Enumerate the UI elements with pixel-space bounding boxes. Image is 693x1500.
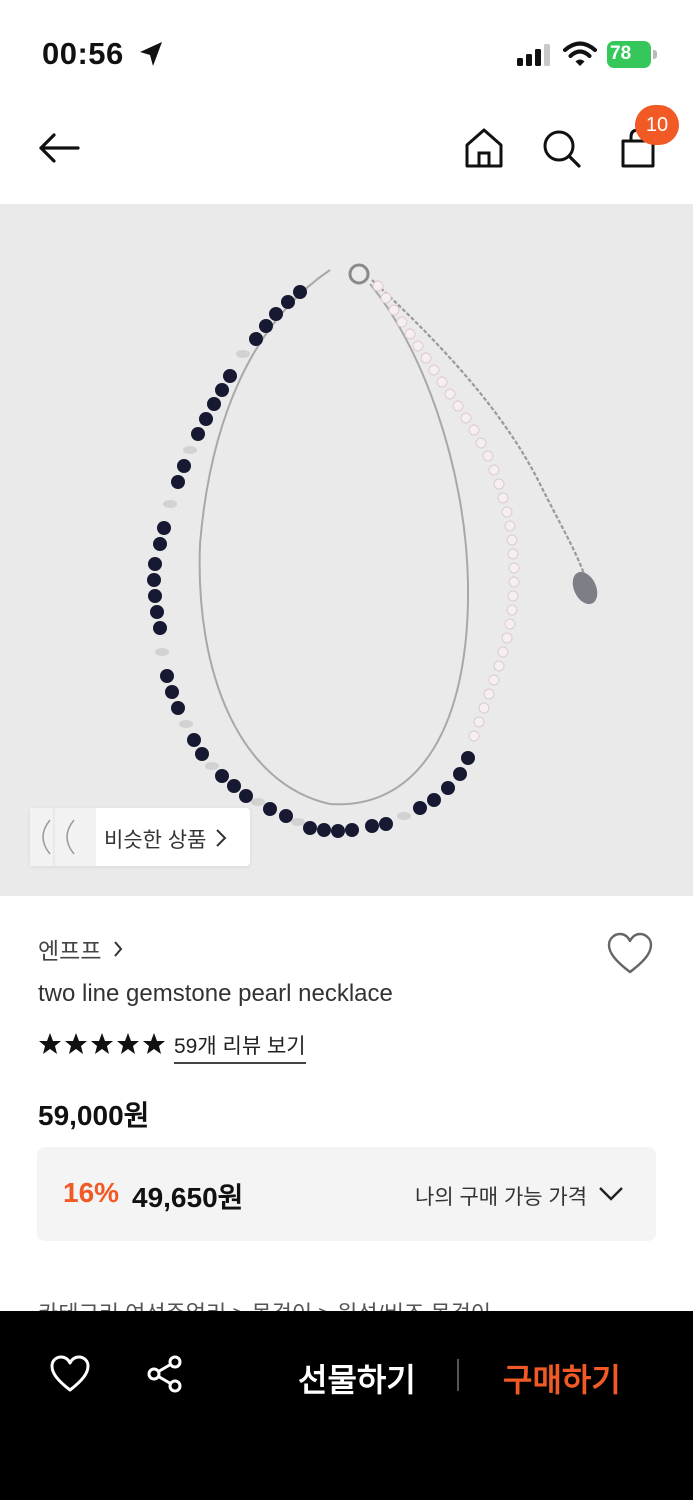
product-image[interactable]: 비슷한 상품 [0, 204, 693, 896]
home-icon[interactable] [463, 127, 505, 169]
battery-indicator: 78 [607, 41, 657, 68]
back-arrow-icon[interactable] [36, 128, 82, 168]
my-price-panel[interactable]: 16% 49,650원 나의 구매 가능 가격 [37, 1147, 656, 1241]
review-link[interactable]: 59개 리뷰 보기 [174, 1030, 306, 1064]
necklace-illustration [147, 263, 598, 838]
battery-level: 78 [610, 43, 632, 64]
star-icon [91, 1033, 113, 1054]
divider [457, 1359, 459, 1391]
star-icon [65, 1033, 87, 1054]
similar-products-thumbnail [30, 808, 96, 866]
buy-button[interactable]: 구매하기 [503, 1355, 621, 1401]
star-rating [39, 1033, 165, 1054]
chevron-right-icon [114, 941, 123, 957]
chevron-down-icon [599, 1187, 623, 1201]
wifi-icon [563, 41, 597, 66]
star-icon [143, 1033, 165, 1054]
location-arrow-icon [140, 42, 162, 66]
signal-icon [517, 44, 550, 66]
chevron-right-icon [216, 829, 227, 847]
gift-button[interactable]: 선물하기 [298, 1355, 416, 1401]
star-icon [117, 1033, 139, 1054]
brand-link[interactable]: 엔프프 [38, 932, 123, 966]
bottom-action-bar: 선물하기 구매하기 [0, 1311, 693, 1500]
heart-icon[interactable] [606, 932, 654, 976]
search-icon[interactable] [540, 127, 582, 169]
product-name: two line gemstone pearl necklace [38, 980, 393, 1007]
discount-price: 49,650원 [132, 1182, 244, 1213]
app-header: 10 [0, 100, 693, 204]
category-breadcrumb: 카테고리 여성주얼리 > 목걸이 > 원석/비즈 목걸이 [38, 1296, 491, 1312]
share-icon[interactable] [146, 1355, 184, 1393]
discount-rate: 16% [63, 1177, 120, 1208]
heart-icon[interactable] [50, 1355, 90, 1393]
original-price: 59,000원 [38, 1100, 150, 1131]
similar-products-button[interactable]: 비슷한 상품 [30, 808, 250, 866]
star-icon [39, 1033, 61, 1054]
status-bar: 00:56 78 [0, 0, 693, 100]
similar-products-label: 비슷한 상품 [104, 829, 207, 852]
status-time: 00:56 [42, 36, 124, 71]
my-price-label: 나의 구매 가능 가격 [415, 1186, 588, 1209]
brand-name: 엔프프 [38, 938, 102, 964]
cart-count-badge: 10 [635, 105, 679, 145]
